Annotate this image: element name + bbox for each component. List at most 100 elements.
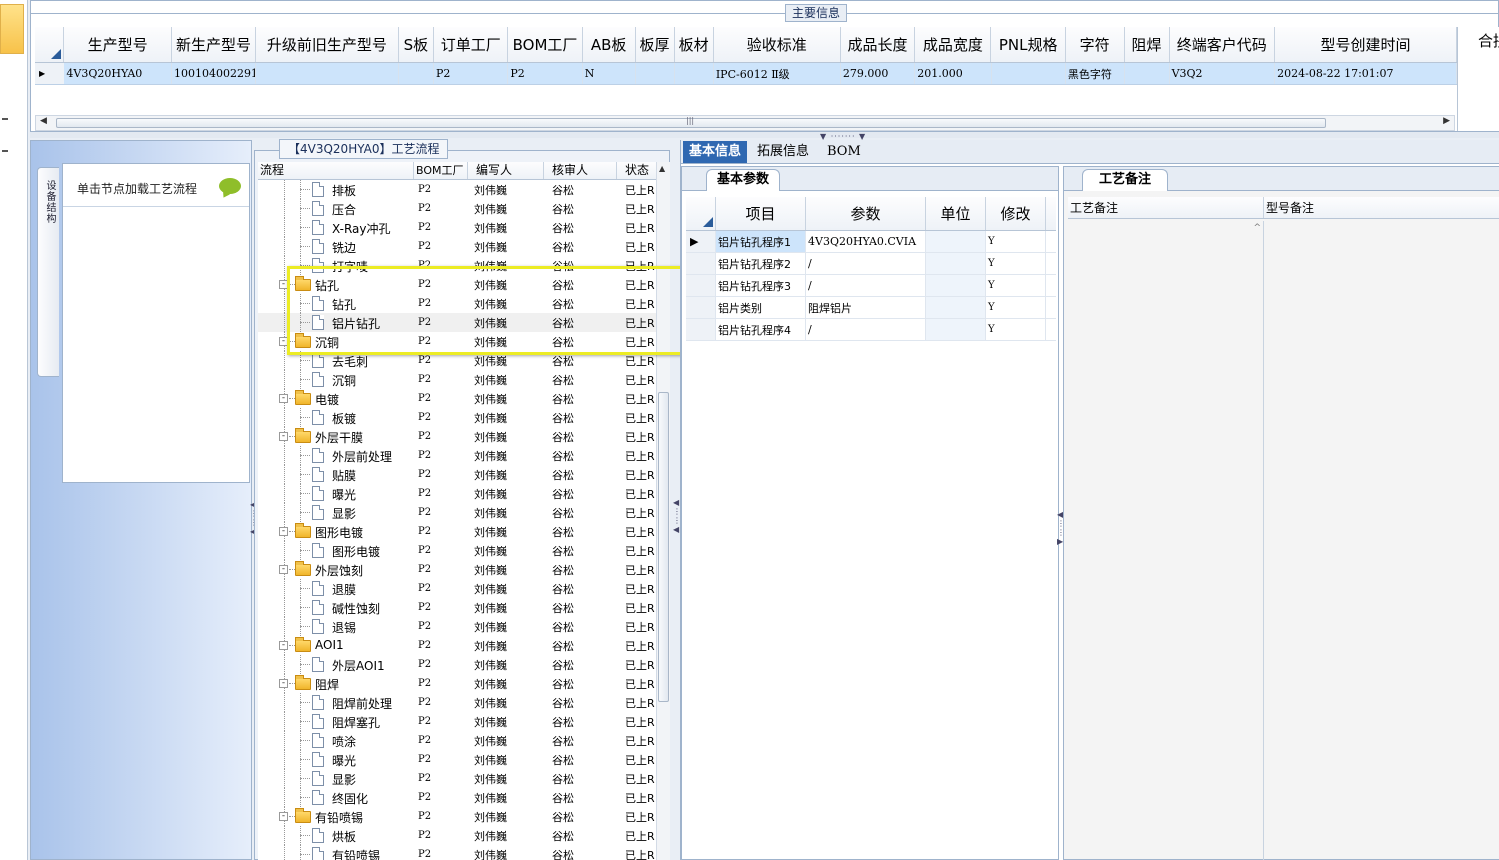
- bom-cell[interactable]: P2: [414, 507, 468, 518]
- tree-row[interactable]: - 阻焊 P2 刘伟巍 谷松 已上R: [258, 674, 656, 693]
- tree-row[interactable]: 阻焊前处理 P2 刘伟巍 谷松 已上R: [258, 693, 656, 712]
- table-cell[interactable]: [636, 63, 675, 84]
- tab-basic-info[interactable]: 基本信息: [683, 141, 748, 163]
- reviewer-cell[interactable]: 谷松: [544, 600, 617, 616]
- writer-cell[interactable]: 刘伟巍: [468, 182, 544, 198]
- param-value-cell[interactable]: /: [806, 275, 926, 296]
- param-item-cell[interactable]: 铝片钻孔程序2: [716, 253, 806, 274]
- status-cell[interactable]: 已上R: [617, 524, 656, 540]
- reviewer-cell[interactable]: 谷松: [544, 543, 617, 559]
- tree-row[interactable]: 终固化 P2 刘伟巍 谷松 已上R: [258, 788, 656, 807]
- param-unit-cell[interactable]: [926, 319, 986, 340]
- bom-cell[interactable]: P2: [414, 469, 468, 480]
- column-header-reviewer[interactable]: 核审人: [544, 162, 617, 179]
- bom-cell[interactable]: P2: [414, 412, 468, 423]
- reviewer-cell[interactable]: 谷松: [544, 847, 617, 860]
- table-cell[interactable]: 10010400229115: [172, 63, 257, 84]
- bom-cell[interactable]: P2: [414, 583, 468, 594]
- reviewer-cell[interactable]: 谷松: [544, 410, 617, 426]
- bom-cell[interactable]: P2: [414, 374, 468, 385]
- table-cell[interactable]: N: [583, 63, 636, 84]
- writer-cell[interactable]: 刘伟巍: [468, 315, 544, 331]
- writer-cell[interactable]: 刘伟巍: [468, 695, 544, 711]
- reviewer-cell[interactable]: 谷松: [544, 638, 617, 654]
- writer-cell[interactable]: 刘伟巍: [468, 429, 544, 445]
- tree-row[interactable]: 曝光 P2 刘伟巍 谷松 已上R: [258, 750, 656, 769]
- status-cell[interactable]: 已上R: [617, 714, 656, 730]
- status-cell[interactable]: 已上R: [617, 581, 656, 597]
- reviewer-cell[interactable]: 谷松: [544, 239, 617, 255]
- writer-cell[interactable]: 刘伟巍: [468, 486, 544, 502]
- tree-node[interactable]: 压合: [258, 199, 414, 218]
- status-cell[interactable]: 已上R: [617, 847, 656, 860]
- scrollbar-thumb[interactable]: [658, 392, 669, 702]
- bom-cell[interactable]: P2: [414, 279, 468, 290]
- column-header[interactable]: 板材: [675, 27, 714, 62]
- status-cell[interactable]: 已上R: [617, 429, 656, 445]
- status-cell[interactable]: 已上R: [617, 258, 656, 274]
- param-value-cell[interactable]: /: [806, 253, 926, 274]
- column-header-status[interactable]: 状态: [617, 162, 656, 179]
- model-note-cell[interactable]: [1264, 221, 1499, 860]
- table-cell[interactable]: P2: [508, 63, 583, 84]
- tree-row[interactable]: 烘板 P2 刘伟巍 谷松 已上R: [258, 826, 656, 845]
- bom-cell[interactable]: P2: [414, 431, 468, 442]
- column-header[interactable]: PNL规格: [991, 27, 1066, 62]
- writer-cell[interactable]: 刘伟巍: [468, 619, 544, 635]
- tree-row[interactable]: 压合 P2 刘伟巍 谷松 已上R: [258, 199, 656, 218]
- tree-node[interactable]: - 阻焊: [258, 674, 414, 693]
- column-header[interactable]: 终端客户代码: [1170, 27, 1276, 62]
- status-cell[interactable]: 已上R: [617, 372, 656, 388]
- reviewer-cell[interactable]: 谷松: [544, 182, 617, 198]
- param-modify-cell[interactable]: Y: [986, 253, 1046, 274]
- tree-node[interactable]: 打字唛: [258, 256, 414, 275]
- writer-cell[interactable]: 刘伟巍: [468, 201, 544, 217]
- writer-cell[interactable]: 刘伟巍: [468, 448, 544, 464]
- reviewer-cell[interactable]: 谷松: [544, 448, 617, 464]
- reviewer-cell[interactable]: 谷松: [544, 353, 617, 369]
- reviewer-cell[interactable]: 谷松: [544, 486, 617, 502]
- bom-cell[interactable]: P2: [414, 621, 468, 632]
- writer-cell[interactable]: 刘伟巍: [468, 562, 544, 578]
- column-header[interactable]: 板厚: [636, 27, 675, 62]
- table-cell[interactable]: [256, 63, 399, 84]
- tree-node[interactable]: - 外层干膜: [258, 427, 414, 446]
- table-cell[interactable]: [992, 63, 1066, 84]
- status-cell[interactable]: 已上R: [617, 315, 656, 331]
- scroll-left-icon[interactable]: ◀: [40, 116, 47, 126]
- status-cell[interactable]: 已上R: [617, 638, 656, 654]
- reviewer-cell[interactable]: 谷松: [544, 258, 617, 274]
- notes-body[interactable]: ^: [1068, 221, 1499, 860]
- table-cell[interactable]: 279.000: [841, 63, 916, 84]
- param-row[interactable]: 铝片钻孔程序4/ Y: [686, 319, 1056, 341]
- column-header[interactable]: AB板: [583, 27, 636, 62]
- tree-node[interactable]: 阻焊塞孔: [258, 712, 414, 731]
- grid-corner[interactable]: [35, 27, 65, 62]
- writer-cell[interactable]: 刘伟巍: [468, 676, 544, 692]
- tree-node[interactable]: 钻孔: [258, 294, 414, 313]
- tree-row[interactable]: 外层AOI1 P2 刘伟巍 谷松 已上R: [258, 655, 656, 674]
- status-cell[interactable]: 已上R: [617, 505, 656, 521]
- collapse-icon[interactable]: -: [279, 527, 288, 536]
- bom-cell[interactable]: P2: [414, 488, 468, 499]
- tree-node[interactable]: 板镀: [258, 408, 414, 427]
- table-cell[interactable]: 黑色字符: [1066, 63, 1125, 84]
- writer-cell[interactable]: 刘伟巍: [468, 657, 544, 673]
- status-cell[interactable]: 已上R: [617, 790, 656, 806]
- grid-corner[interactable]: [686, 197, 716, 230]
- tree-row[interactable]: 排板 P2 刘伟巍 谷松 已上R: [258, 180, 656, 199]
- tree-row[interactable]: 钻孔 P2 刘伟巍 谷松 已上R: [258, 294, 656, 313]
- bom-cell[interactable]: P2: [414, 298, 468, 309]
- reviewer-cell[interactable]: 谷松: [544, 277, 617, 293]
- status-cell[interactable]: 已上R: [617, 600, 656, 616]
- column-header-bom[interactable]: BOM工厂: [414, 162, 468, 179]
- bom-cell[interactable]: P2: [414, 830, 468, 841]
- bom-cell[interactable]: P2: [414, 184, 468, 195]
- bom-cell[interactable]: P2: [414, 716, 468, 727]
- collapse-icon[interactable]: -: [279, 565, 288, 574]
- writer-cell[interactable]: 刘伟巍: [468, 543, 544, 559]
- param-modify-cell[interactable]: Y: [986, 275, 1046, 296]
- param-row[interactable]: 铝片钻孔程序3/ Y: [686, 275, 1056, 297]
- tree-row[interactable]: 铣边 P2 刘伟巍 谷松 已上R: [258, 237, 656, 256]
- tree-row[interactable]: 打字唛 P2 刘伟巍 谷松 已上R: [258, 256, 656, 275]
